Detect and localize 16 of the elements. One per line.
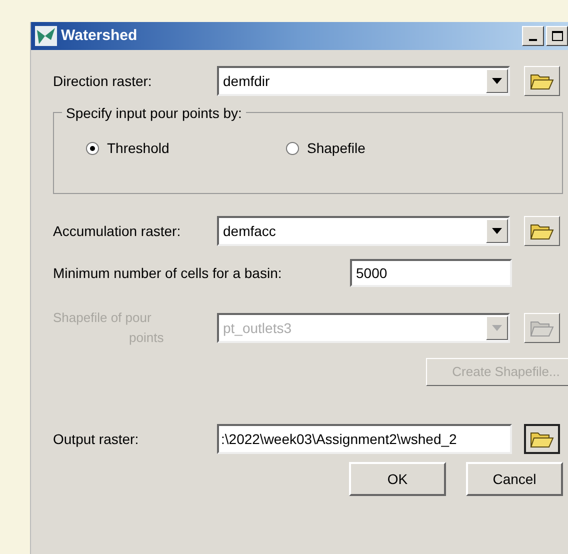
dropdown-field[interactable]: demfdir [217, 66, 510, 96]
dropdown-field[interactable]: demfacc [217, 216, 510, 246]
field-label: Direction raster: [53, 72, 153, 90]
dialog-button[interactable]: Cancel [466, 462, 563, 496]
dialog-button[interactable]: OK [349, 462, 446, 496]
field-label: Accumulation raster: [53, 222, 182, 240]
window-title: Watershed [61, 26, 138, 46]
field-label: Output raster: [53, 430, 140, 449]
radio-option[interactable]: Shapefile [286, 138, 486, 159]
field-value: pt_outlets3 [222, 318, 292, 338]
field-value: demfdir [222, 72, 271, 90]
input-field[interactable]: :\2022\week03\Assignment2\wshed_2 [217, 424, 512, 454]
field-value: demfacc [222, 222, 277, 240]
field-label: Minimum number of cells for a basin: [53, 264, 283, 282]
radio-option[interactable]: Threshold [86, 138, 286, 159]
input-field[interactable]: 5000 [350, 259, 512, 287]
